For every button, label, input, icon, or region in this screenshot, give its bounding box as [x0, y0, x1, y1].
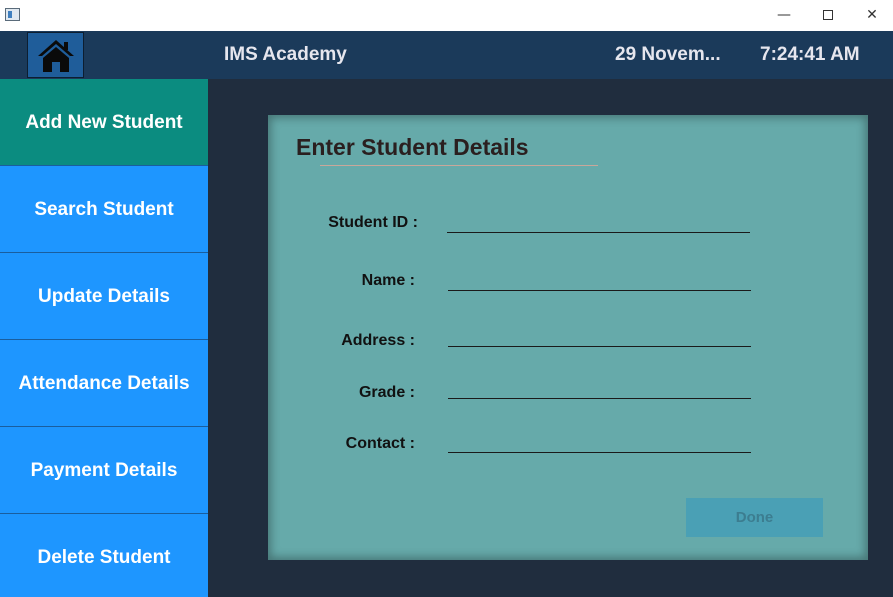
sidebar-item-add-new-student[interactable]: Add New Student: [0, 79, 208, 166]
done-button[interactable]: Done: [686, 498, 823, 537]
sidebar-item-label: Search Student: [34, 199, 174, 220]
sidebar-item-attendance-details[interactable]: Attendance Details: [0, 340, 208, 427]
home-icon: [38, 40, 74, 72]
sidebar-item-payment-details[interactable]: Payment Details: [0, 427, 208, 514]
close-button[interactable]: ✕: [849, 0, 893, 31]
name-input[interactable]: [448, 267, 751, 291]
address-input[interactable]: [448, 323, 751, 347]
sidebar-item-label: Attendance Details: [18, 373, 190, 394]
grade-label: Grade :: [358, 384, 415, 401]
app-title: IMS Academy: [224, 44, 347, 65]
sidebar-item-label: Payment Details: [30, 460, 178, 481]
name-label: Name :: [361, 272, 415, 289]
sidebar-item-delete-student[interactable]: Delete Student: [0, 514, 208, 597]
close-icon: ✕: [866, 7, 878, 23]
home-button[interactable]: [27, 32, 84, 78]
maximize-button[interactable]: [805, 0, 851, 31]
title-underline: [320, 165, 598, 166]
student-details-panel: Enter Student Details Student ID : Name …: [268, 115, 868, 560]
sidebar-item-label: Add New Student: [25, 112, 183, 133]
app-window-icon: [5, 8, 20, 21]
minimize-icon: —: [777, 7, 791, 23]
maximize-icon: [823, 10, 833, 20]
sidebar-item-update-details[interactable]: Update Details: [0, 253, 208, 340]
window-titlebar: — ✕: [0, 0, 893, 31]
sidebar-item-search-student[interactable]: Search Student: [0, 166, 208, 253]
student-id-label: Student ID :: [328, 214, 418, 231]
student-id-input[interactable]: [447, 209, 750, 233]
sidebar-item-label: Update Details: [38, 286, 170, 307]
contact-input[interactable]: [448, 429, 751, 453]
date-display: 29 Novem...: [615, 44, 721, 65]
sidebar-item-label: Delete Student: [37, 547, 171, 568]
grade-input[interactable]: [448, 375, 751, 399]
address-label: Address :: [341, 332, 415, 349]
time-display: 7:24:41 AM: [760, 44, 860, 65]
app-header: IMS Academy 29 Novem... 7:24:41 AM: [0, 31, 893, 79]
contact-label: Contact :: [345, 435, 415, 452]
panel-title: Enter Student Details: [296, 134, 529, 160]
minimize-button[interactable]: —: [761, 0, 807, 31]
